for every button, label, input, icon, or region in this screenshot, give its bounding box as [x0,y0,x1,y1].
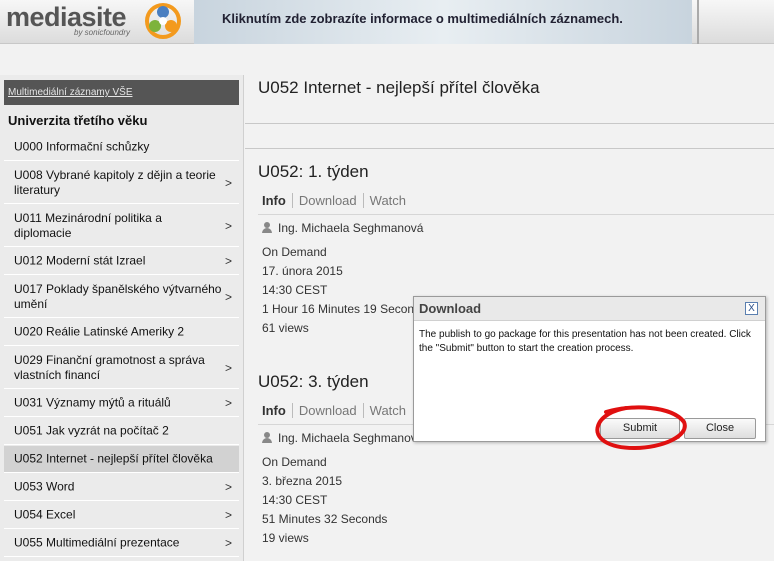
sidebar-item-label: U011 Mezinárodní politika a diplomacie [14,210,162,240]
sidebar-item-label: U008 Vybrané kapitoly z dějin a teorie l… [14,167,216,197]
chevron-right-icon: > [224,360,232,375]
divider [245,123,774,124]
chevron-right-icon: > [224,218,232,233]
sidebar-item-u008[interactable]: U008 Vybrané kapitoly z dějin a teorie l… [4,162,239,204]
presenter-name: Ing. Michaela Seghmanová [278,431,424,445]
sidebar: Multimediální záznamy VŠE Univerzita tře… [0,75,244,561]
time: 14:30 CEST [262,493,328,507]
chevron-right-icon: > [224,396,232,410]
presentation-details: On Demand 17. února 2015 14:30 CEST 1 Ho… [262,243,427,338]
chevron-right-icon: > [224,289,232,304]
sidebar-item-label: U051 Jak vyzrát na počítač 2 [14,423,169,438]
tab-watch[interactable]: Watch [362,193,412,208]
header-divider [697,0,699,44]
sidebar-item-label: U020 Reálie Latinské Ameriky 2 [14,324,185,339]
presenter: Ing. Michaela Seghmanová [262,221,423,235]
view-count: 19 views [262,531,309,545]
download-dialog: Download X The publish to go package for… [413,296,766,442]
tab-download[interactable]: Download [291,403,363,418]
sidebar-item-label: U029 Finanční gramotnost a správa vlastn… [14,352,205,382]
sidebar-item-label: U031 Významy mýtů a rituálů [14,395,171,410]
dialog-message: The publish to go package for this prese… [419,329,751,354]
submit-button[interactable]: Submit [600,418,680,439]
sidebar-heading: Univerzita třetího věku [8,113,148,128]
person-icon [262,432,272,443]
sidebar-item-u054[interactable]: U054 Excel > [4,502,239,529]
sidebar-item-u029[interactable]: U029 Finanční gramotnost a správa vlastn… [4,347,239,389]
sidebar-item-u011[interactable]: U011 Mezinárodní politika a diplomacie > [4,205,239,247]
sidebar-item-u012[interactable]: U012 Moderní stát Izrael > [4,248,239,275]
presentation-tabs: Info Download Watch [262,193,412,208]
availability: On Demand [262,245,327,259]
chevron-right-icon: > [224,254,232,268]
duration: 1 Hour 16 Minutes 19 Seconds [262,302,427,316]
date: 17. února 2015 [262,264,343,278]
divider [258,214,774,215]
sidebar-item-u017[interactable]: U017 Poklady španělského výtvarného uměn… [4,276,239,318]
presentation-tabs: Info Download Watch [262,403,412,418]
mediasite-logo-icon [145,3,181,39]
sidebar-item-label: U000 Informační schůzky [14,139,150,154]
time: 14:30 CEST [262,283,328,297]
tab-info[interactable]: Info [262,193,292,208]
duration: 51 Minutes 32 Seconds [262,512,388,526]
tab-download[interactable]: Download [291,193,363,208]
sidebar-item-label: U055 Multimediální prezentace [14,535,180,550]
chevron-right-icon: > [224,536,232,550]
sidebar-top-bar: Multimediální záznamy VŠE [4,80,239,105]
chevron-right-icon: > [224,508,232,522]
view-count: 61 views [262,321,309,335]
logo-subtitle: by sonicfoundry [74,28,131,37]
dialog-title: Download [419,301,482,316]
presentation-details: On Demand 3. března 2015 14:30 CEST 51 M… [262,453,387,548]
tab-watch[interactable]: Watch [362,403,412,418]
chevron-right-icon: > [224,175,232,190]
availability: On Demand [262,455,327,469]
mediasite-logo[interactable]: mediasite by sonicfoundry [6,0,186,44]
info-banner-text[interactable]: Kliknutím zde zobrazíte informace o mult… [222,11,623,26]
sidebar-root-link[interactable]: Multimediální záznamy VŠE [8,87,133,98]
sidebar-item-u053[interactable]: U053 Word > [4,474,239,501]
date: 3. března 2015 [262,474,343,488]
page-title: U052 Internet - nejlepší přítel člověka [258,78,540,97]
divider [245,148,774,149]
sidebar-item-label: U012 Moderní stát Izrael [14,253,146,268]
sidebar-item-u055[interactable]: U055 Multimediální prezentace > [4,530,239,557]
sidebar-item-label: U052 Internet - nejlepší přítel člověka [14,451,213,466]
presentation-title[interactable]: U052: 3. týden [258,372,369,392]
sidebar-item-u000[interactable]: U000 Informační schůzky [4,134,239,161]
chevron-right-icon: > [224,480,232,494]
sidebar-item-label: U054 Excel [14,507,76,522]
presenter-name: Ing. Michaela Seghmanová [278,221,424,235]
presenter: Ing. Michaela Seghmanová [262,431,423,445]
presentation-title[interactable]: U052: 1. týden [258,162,369,182]
sidebar-item-u031[interactable]: U031 Významy mýtů a rituálů > [4,390,239,417]
sidebar-item-u020[interactable]: U020 Reálie Latinské Ameriky 2 [4,319,239,346]
close-button[interactable]: Close [684,418,756,439]
close-icon[interactable]: X [745,302,758,315]
sidebar-item-label: U017 Poklady španělského výtvarného uměn… [14,281,222,311]
sidebar-item-u052[interactable]: U052 Internet - nejlepší přítel člověka [4,446,239,473]
app-header: mediasite by sonicfoundry Kliknutím zde … [0,0,774,44]
tab-info[interactable]: Info [262,403,292,418]
sidebar-item-u051[interactable]: U051 Jak vyzrát na počítač 2 [4,418,239,445]
sidebar-item-label: U053 Word [14,479,75,494]
person-icon [262,222,272,233]
dialog-titlebar: Download X [414,297,765,321]
